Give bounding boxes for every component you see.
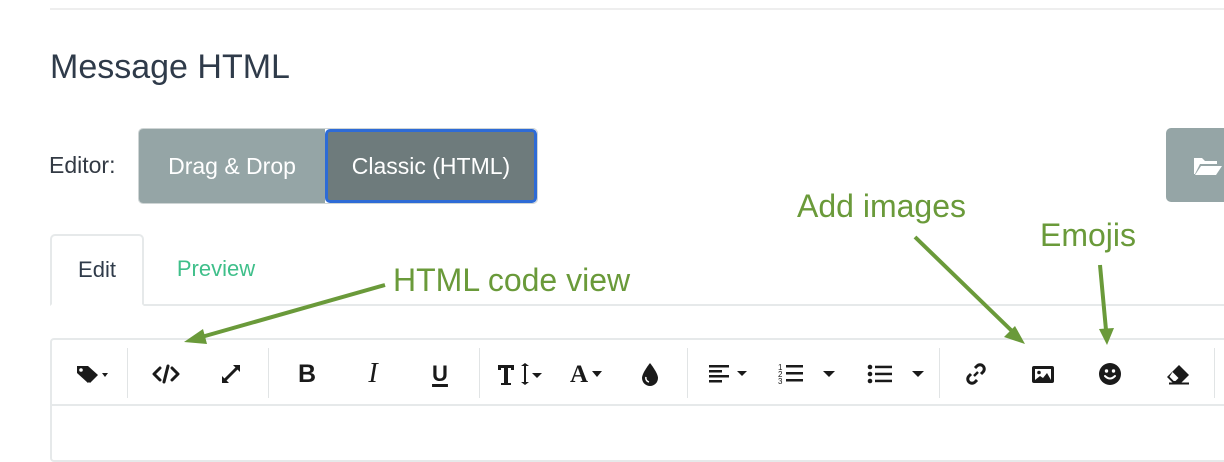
font-color-button[interactable]: A <box>563 356 609 392</box>
chevron-down-icon <box>592 371 603 377</box>
bold-icon: B <box>297 359 317 388</box>
drag-and-drop-button[interactable]: Drag & Drop <box>139 129 325 203</box>
link-icon <box>966 363 986 385</box>
folder-open-icon <box>1194 158 1222 175</box>
font-size-icon <box>498 363 542 385</box>
insert-image-button[interactable] <box>1023 356 1063 392</box>
italic-button[interactable]: I <box>353 356 393 392</box>
toolbar-divider <box>479 348 480 398</box>
emoji-icon <box>1099 363 1121 385</box>
classic-html-button[interactable]: Classic (HTML) <box>325 129 537 203</box>
unordered-list-icon <box>867 364 924 384</box>
code-view-button[interactable] <box>146 356 186 392</box>
clear-formatting-button[interactable] <box>1158 356 1198 392</box>
align-left-icon <box>709 365 747 383</box>
underline-icon: U <box>432 361 448 386</box>
editor-mode-toggle: Drag & Drop Classic (HTML) <box>138 128 538 204</box>
code-view-icon <box>152 364 180 384</box>
underline-button[interactable]: U <box>420 356 460 392</box>
bold-button[interactable]: B <box>287 356 327 392</box>
insert-link-button[interactable] <box>956 356 996 392</box>
tab-edit[interactable]: Edit <box>50 234 144 306</box>
ink-drop-icon <box>642 363 658 386</box>
page-title: Message HTML <box>50 48 290 86</box>
toolbar-divider <box>127 348 128 398</box>
merge-tags-button[interactable] <box>68 356 116 392</box>
templates-folder-button[interactable] <box>1166 128 1224 202</box>
italic-icon: I <box>368 358 378 389</box>
eraser-icon <box>1167 365 1189 385</box>
align-button[interactable] <box>706 356 752 392</box>
tab-preview[interactable]: Preview <box>144 234 288 304</box>
toolbar-divider <box>1214 348 1215 398</box>
image-icon <box>1032 366 1054 383</box>
insert-emoji-button[interactable] <box>1090 356 1130 392</box>
annotation-add-images: Add images <box>797 188 966 224</box>
toolbar-bottom-border <box>50 404 1224 406</box>
svg-text:3: 3 <box>778 377 783 386</box>
annotation-emojis: Emojis <box>1040 217 1137 253</box>
editor-label: Editor: <box>49 152 116 178</box>
font-size-button[interactable] <box>494 356 544 392</box>
unordered-list-button[interactable] <box>864 356 934 392</box>
toolbar-divider <box>687 348 688 398</box>
fullscreen-icon <box>222 365 240 383</box>
ordered-list-icon: 1 2 3 <box>778 363 835 386</box>
toolbar-divider <box>268 348 269 398</box>
top-divider <box>50 8 1224 10</box>
font-color-icon: A <box>569 360 589 388</box>
highlight-button[interactable] <box>630 356 670 392</box>
fullscreen-button[interactable] <box>211 356 251 392</box>
ordered-list-button[interactable]: 1 2 3 <box>775 356 845 392</box>
toolbar-divider <box>939 348 940 398</box>
tag-icon <box>77 366 108 383</box>
annotation-html-code-view: HTML code view <box>393 262 631 298</box>
